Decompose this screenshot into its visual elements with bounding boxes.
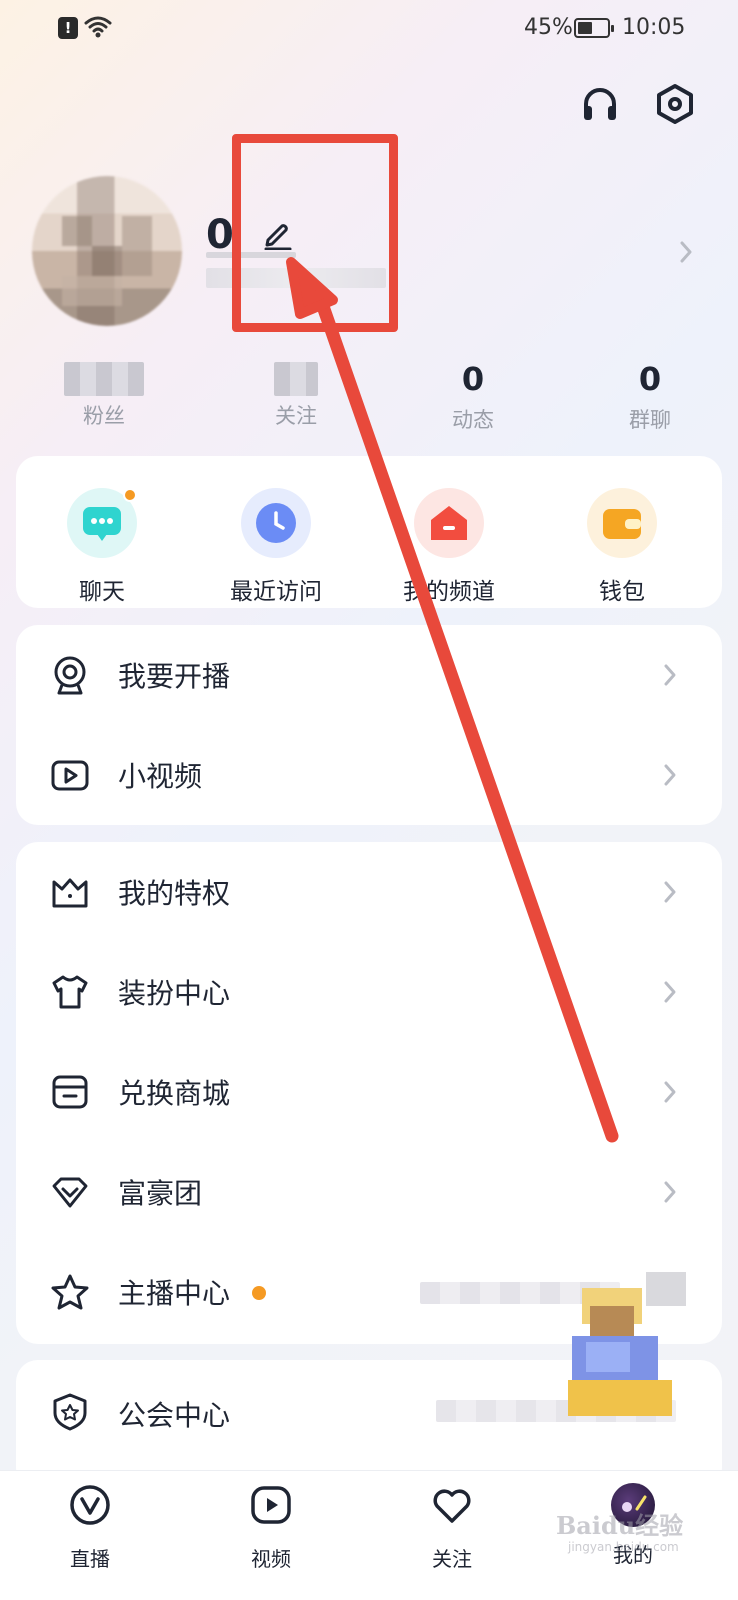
- stat-posts[interactable]: 0 动态: [413, 358, 533, 434]
- chevron-right-icon: [664, 881, 676, 903]
- nav-tab-live[interactable]: 直播: [40, 1483, 140, 1572]
- shortcut-label: 我的频道: [403, 579, 495, 605]
- menu-item-privileges[interactable]: 我的特权: [16, 842, 722, 942]
- shortcut-label: 钱包: [599, 579, 645, 605]
- notification-dot: [252, 1286, 266, 1300]
- wifi-icon: [84, 16, 112, 38]
- shield-star-icon: [53, 1393, 87, 1431]
- battery-percent: 45%: [524, 15, 573, 40]
- battery-icon: [574, 18, 614, 38]
- watermark: Baidu经验: [556, 1511, 684, 1540]
- menu-label: 装扮中心: [118, 977, 231, 1010]
- headphones-icon[interactable]: [578, 82, 622, 126]
- menu-label: 富豪团: [118, 1177, 203, 1210]
- watermark-url: jingyan.baidu.com: [568, 1540, 679, 1554]
- stat-value-redacted: [274, 362, 318, 396]
- floating-widget[interactable]: [568, 1272, 688, 1432]
- menu-item-rich-club[interactable]: 富豪团: [16, 1142, 722, 1242]
- stat-label: 粉丝: [83, 404, 125, 428]
- shortcuts-card: 聊天 最近访问 我的频道 钱包: [16, 456, 722, 608]
- house-icon: [414, 488, 484, 558]
- nav-label: 视频: [251, 1547, 291, 1571]
- stat-following[interactable]: 关注: [236, 358, 356, 430]
- menu-label: 我的特权: [118, 877, 231, 910]
- menu-item-start-live[interactable]: 我要开播: [16, 625, 722, 725]
- menu-item-dressup-center[interactable]: 装扮中心: [16, 942, 722, 1042]
- live-icon: [70, 1485, 110, 1525]
- menu-label: 公会中心: [118, 1399, 231, 1432]
- menu-label: 兑换商城: [118, 1077, 231, 1110]
- menu-item-exchange-mall[interactable]: 兑换商城: [16, 1042, 722, 1142]
- stat-value: 0: [461, 360, 485, 398]
- store-icon: [52, 1075, 88, 1109]
- nav-tab-video[interactable]: 视频: [221, 1483, 321, 1572]
- stat-fans[interactable]: 粉丝: [44, 358, 164, 430]
- chevron-right-icon[interactable]: [678, 240, 694, 264]
- video-play-icon: [51, 760, 89, 791]
- menu-card-features: 我的特权 装扮中心 兑换商城 富豪团 主播中心: [16, 842, 722, 1344]
- shortcut-label: 聊天: [79, 579, 125, 605]
- menu-label: 我要开播: [118, 660, 231, 693]
- shortcut-my-channel[interactable]: 我的频道: [369, 488, 529, 606]
- chat-bubble-icon: [67, 488, 137, 558]
- menu-label: 小视频: [118, 760, 203, 793]
- diamond-icon: [52, 1177, 88, 1208]
- heart-icon: [433, 1489, 471, 1523]
- menu-item-short-video[interactable]: 小视频: [16, 725, 722, 825]
- shortcut-chat[interactable]: 聊天: [22, 488, 182, 606]
- menu-label: 主播中心: [118, 1277, 231, 1310]
- chevron-right-icon: [664, 1081, 676, 1103]
- settings-hexagon-icon[interactable]: [653, 82, 697, 126]
- chevron-right-icon: [664, 981, 676, 1003]
- menu-card-live: 我要开播 小视频: [16, 625, 722, 825]
- stat-value: 0: [638, 360, 662, 398]
- stat-group-chats[interactable]: 0 群聊: [590, 358, 710, 434]
- clock-time: 10:05: [622, 15, 686, 40]
- nav-tab-follow[interactable]: 关注: [402, 1483, 502, 1572]
- tshirt-icon: [52, 975, 88, 1009]
- webcam-icon: [54, 656, 86, 695]
- chevron-right-icon: [664, 664, 676, 686]
- stat-label: 群聊: [629, 408, 671, 432]
- nav-label: 直播: [70, 1547, 110, 1571]
- shortcut-wallet[interactable]: 钱包: [542, 488, 702, 606]
- nav-label: 关注: [432, 1547, 472, 1571]
- stat-value-redacted: [64, 362, 144, 396]
- status-bar: ! 45% 10:05: [0, 0, 738, 56]
- notification-dot: [123, 488, 137, 502]
- avatar[interactable]: [32, 176, 182, 326]
- stat-label: 动态: [452, 408, 494, 432]
- stat-label: 关注: [275, 404, 317, 428]
- chevron-right-icon: [664, 764, 676, 786]
- alert-icon: !: [58, 17, 78, 39]
- shortcut-label: 最近访问: [230, 579, 322, 605]
- chevron-right-icon: [664, 1181, 676, 1203]
- shortcut-recent-visits[interactable]: 最近访问: [196, 488, 356, 606]
- play-icon: [251, 1486, 291, 1524]
- crown-icon: [52, 878, 88, 908]
- wallet-icon: [587, 488, 657, 558]
- annotation-highlight-box: [232, 134, 398, 332]
- star-icon: [51, 1274, 89, 1310]
- clock-icon: [241, 488, 311, 558]
